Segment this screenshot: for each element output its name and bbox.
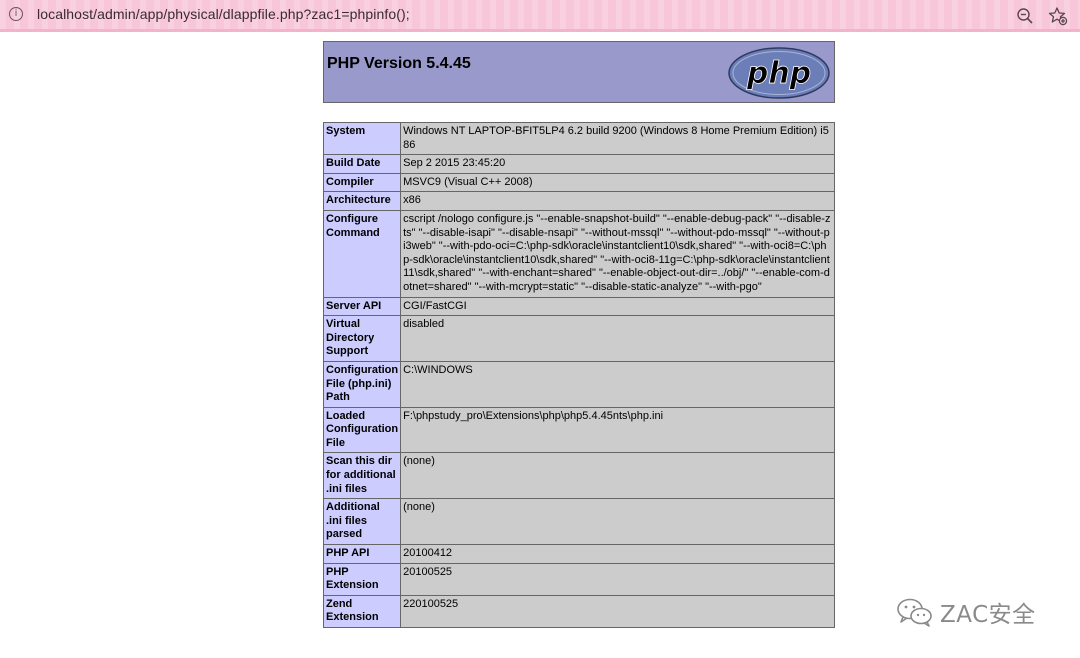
- table-row: Architecture x86: [322, 191, 835, 211]
- row-label: Configuration File (php.ini) Path: [322, 360, 402, 408]
- row-value: disabled: [400, 315, 835, 362]
- row-label: Zend Extension: [322, 594, 402, 629]
- php-version-title: PHP Version 5.4.45: [327, 55, 471, 72]
- table-row: Additional .ini files parsed (none): [322, 498, 835, 546]
- table-row: Virtual Directory Support disabled: [322, 315, 835, 362]
- phpinfo-container: PHP Version 5.4.45 php System Windows NT …: [322, 41, 835, 629]
- row-value: Sep 2 2015 23:45:20: [400, 154, 835, 174]
- table-row: Server API CGI/FastCGI: [322, 296, 835, 317]
- row-value: 220100525: [400, 594, 835, 629]
- add-favorite-icon[interactable]: [1048, 6, 1068, 26]
- row-label: PHP Extension: [322, 562, 402, 596]
- row-label: Compiler: [322, 172, 402, 193]
- row-value: CGI/FastCGI: [400, 296, 835, 317]
- address-bar[interactable]: i localhost/admin/app/physical/dlappfile…: [0, 0, 1080, 32]
- row-label: Server API: [322, 296, 402, 317]
- table-row: System Windows NT LAPTOP-BFIT5LP4 6.2 bui…: [322, 121, 835, 156]
- row-label: Configure Command: [322, 209, 402, 298]
- row-value: 20100412: [400, 544, 835, 564]
- row-value: cscript /nologo configure.js "--enable-s…: [400, 209, 835, 298]
- row-value: Windows NT LAPTOP-BFIT5LP4 6.2 build 920…: [400, 121, 835, 156]
- wechat-icon: [897, 598, 932, 627]
- row-label: System: [322, 121, 402, 156]
- php-logo-text: php: [746, 56, 811, 91]
- table-row: PHP Extension 20100525: [322, 562, 835, 596]
- url-text[interactable]: localhost/admin/app/physical/dlappfile.p…: [37, 6, 410, 22]
- info-icon[interactable]: i: [9, 7, 23, 21]
- table-row: Build Date Sep 2 2015 23:45:20: [322, 154, 835, 174]
- table-row: Configure Command cscript /nologo configu…: [322, 209, 835, 298]
- table-row: PHP API 20100412: [322, 544, 835, 564]
- row-value: MSVC9 (Visual C++ 2008): [400, 172, 835, 193]
- watermark: ZAC安全: [896, 595, 1036, 629]
- row-label: Virtual Directory Support: [322, 315, 402, 362]
- row-value: (none): [400, 498, 835, 546]
- row-value: (none): [400, 452, 835, 500]
- watermark-text: ZAC安全: [940, 602, 1036, 628]
- table-row: Compiler MSVC9 (Visual C++ 2008): [322, 172, 835, 193]
- row-label: Architecture: [322, 191, 402, 211]
- table-row: Zend Extension 220100525: [322, 594, 835, 629]
- row-label: PHP API: [322, 544, 402, 564]
- row-value: 20100525: [400, 562, 835, 596]
- row-value: x86: [400, 191, 835, 211]
- php-logo[interactable]: php: [728, 47, 830, 99]
- zoom-out-icon[interactable]: [1016, 7, 1034, 25]
- row-label: Loaded Configuration File: [322, 406, 402, 454]
- table-row: Loaded Configuration File F:\phpstudy_pro…: [322, 406, 835, 454]
- row-label: Additional .ini files parsed: [322, 498, 402, 546]
- row-label: Scan this dir for additional .ini files: [322, 452, 402, 500]
- phpinfo-header: PHP Version 5.4.45 php: [323, 41, 835, 103]
- row-label: Build Date: [322, 154, 402, 174]
- row-value: C:\WINDOWS: [400, 360, 835, 408]
- table-row: Configuration File (php.ini) Path C:\WIND…: [322, 360, 835, 408]
- table-row: Scan this dir for additional .ini files(…: [322, 452, 835, 500]
- phpinfo-table: System Windows NT LAPTOP-BFIT5LP4 6.2 bui…: [322, 121, 835, 629]
- row-value: F:\phpstudy_pro\Extensions\php\php5.4.45…: [400, 406, 835, 454]
